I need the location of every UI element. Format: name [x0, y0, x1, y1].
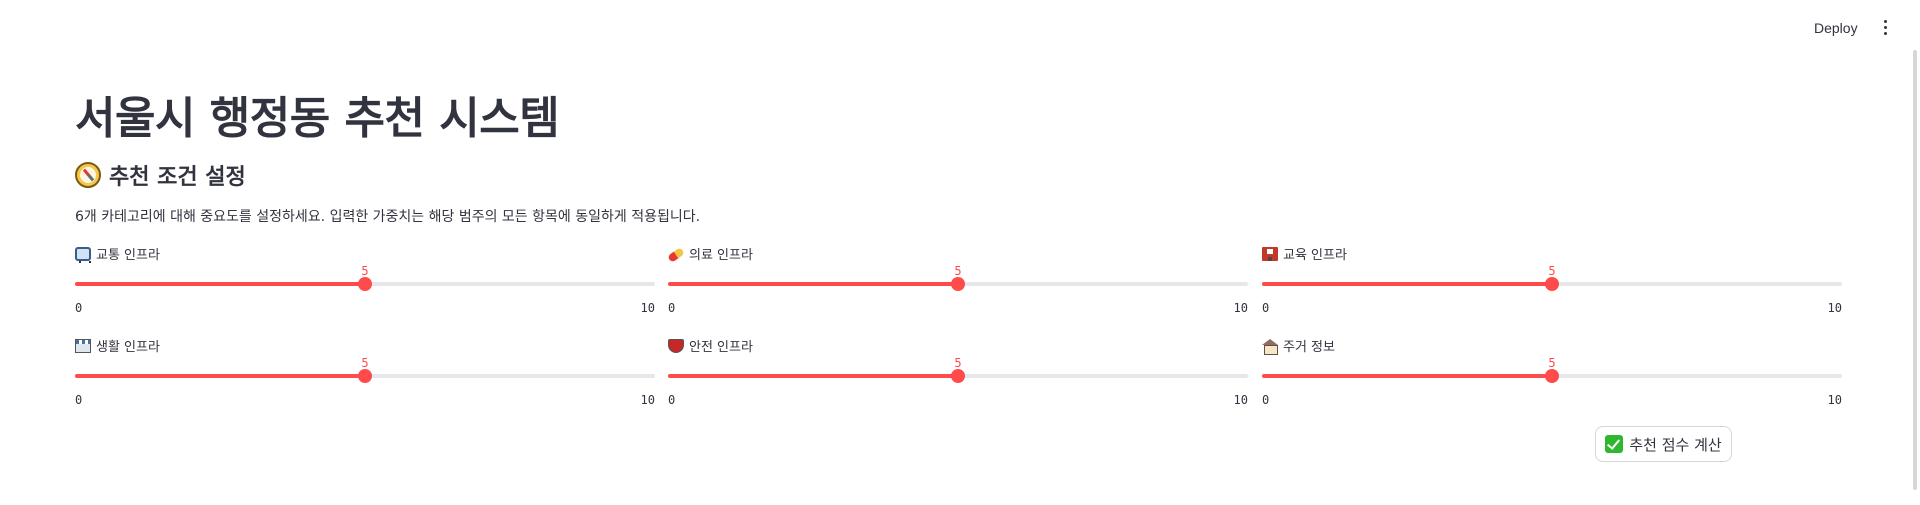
slider-thumb[interactable] [951, 277, 965, 291]
slider-label: 생활 인프라 [75, 336, 160, 355]
pill-icon [667, 247, 685, 263]
slider-min: 0 [668, 301, 676, 315]
slider-fill [1262, 282, 1552, 286]
slider-track[interactable] [668, 277, 1248, 291]
slider-value: 5 [361, 264, 369, 278]
slider-value: 5 [1548, 264, 1556, 278]
slider-label: 주거 정보 [1262, 336, 1335, 355]
slider-value: 5 [361, 356, 369, 370]
store-icon [75, 338, 91, 353]
slider-label: 교통 인프라 [75, 244, 160, 263]
slider-transport[interactable]: 교통 인프라 5 0 10 [75, 244, 655, 315]
slider-living[interactable]: 생활 인프라 5 0 10 [75, 336, 655, 407]
slider-fill [75, 374, 365, 378]
section-heading: 추천 조건 설정 [75, 159, 246, 191]
slider-track[interactable] [75, 277, 655, 291]
slider-fill [1262, 374, 1552, 378]
slider-min: 0 [668, 393, 676, 407]
slider-thumb[interactable] [951, 369, 965, 383]
slider-fill [668, 374, 958, 378]
slider-max: 10 [1827, 301, 1842, 315]
slider-max: 10 [1233, 301, 1248, 315]
slider-thumb[interactable] [358, 369, 372, 383]
shield-icon [668, 338, 684, 353]
slider-track[interactable] [668, 369, 1248, 383]
slider-max: 10 [640, 393, 655, 407]
slider-min: 0 [1262, 301, 1270, 315]
section-title: 추천 조건 설정 [109, 165, 246, 190]
slider-education[interactable]: 교육 인프라 5 0 10 [1262, 244, 1842, 315]
slider-value: 5 [1548, 356, 1556, 370]
slider-safety[interactable]: 안전 인프라 5 0 10 [668, 336, 1248, 407]
slider-thumb[interactable] [1545, 277, 1559, 291]
slider-label: 교육 인프라 [1262, 244, 1347, 263]
slider-min: 0 [75, 393, 83, 407]
bus-icon [75, 246, 91, 263]
slider-min: 0 [1262, 393, 1270, 407]
slider-label: 의료 인프라 [667, 244, 753, 263]
slider-housing[interactable]: 주거 정보 5 0 10 [1262, 336, 1842, 407]
slider-label: 안전 인프라 [668, 336, 753, 355]
slider-thumb[interactable] [358, 277, 372, 291]
page-title: 서울시 행정동 추천 시스템 [75, 93, 560, 144]
scrollbar-thumb[interactable] [1913, 50, 1917, 490]
check-mark-icon [1605, 435, 1624, 453]
slider-max: 10 [640, 301, 655, 315]
deploy-button[interactable]: Deploy [1808, 18, 1864, 38]
school-icon [1262, 246, 1278, 261]
calculate-score-button[interactable]: 추천 점수 계산 [1595, 426, 1732, 462]
description-text: 6개 카테고리에 대해 중요도를 설정하세요. 입력한 가중치는 해당 범주의 … [75, 209, 701, 225]
slider-medical[interactable]: 의료 인프라 5 0 10 [667, 244, 1248, 315]
slider-value: 5 [954, 264, 962, 278]
slider-track[interactable] [1262, 277, 1842, 291]
slider-fill [75, 282, 365, 286]
page-scrollbar[interactable] [1912, 50, 1918, 505]
slider-fill [668, 282, 958, 286]
compass-icon [75, 162, 101, 188]
slider-track[interactable] [75, 369, 655, 383]
kebab-menu-icon[interactable] [1878, 16, 1892, 38]
slider-max: 10 [1233, 393, 1248, 407]
house-icon [1262, 338, 1278, 355]
slider-min: 0 [75, 301, 83, 315]
top-toolbar: Deploy [0, 0, 1920, 54]
slider-thumb[interactable] [1545, 369, 1559, 383]
slider-value: 5 [954, 356, 962, 370]
slider-max: 10 [1827, 393, 1842, 407]
calculate-score-label: 추천 점수 계산 [1629, 435, 1722, 454]
slider-track[interactable] [1262, 369, 1842, 383]
